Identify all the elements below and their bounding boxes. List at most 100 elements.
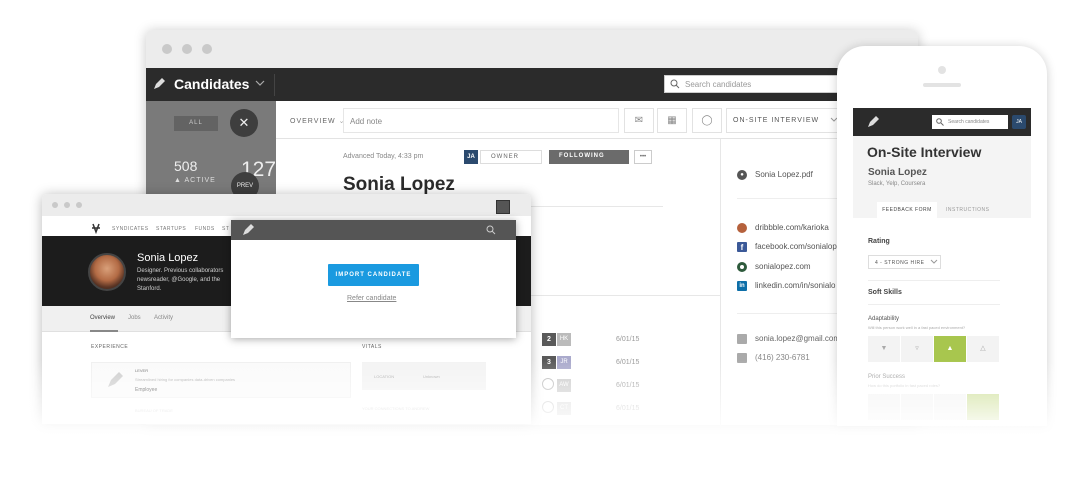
more-button[interactable]: ••• xyxy=(634,150,652,164)
phone-number: (416) 230-6781 xyxy=(755,353,810,362)
stage-title: On-Site Interview xyxy=(867,144,982,160)
window-zoom-dot[interactable] xyxy=(202,44,212,54)
active-label: ▲ ACTIVE xyxy=(174,177,216,184)
add-note-input[interactable]: Add note xyxy=(343,108,619,133)
window-close-dot[interactable] xyxy=(162,44,172,54)
popup-header xyxy=(231,220,516,240)
location-label: LOCATION xyxy=(374,374,395,379)
strong-yes-button[interactable]: △ xyxy=(967,336,999,362)
archive-button[interactable]: ◯ xyxy=(692,108,722,133)
window-minimize-dot[interactable] xyxy=(182,44,192,54)
stage-dropdown[interactable]: ON-SITE INTERVIEW xyxy=(726,108,846,133)
resume-link[interactable]: Sonia Lopez.pdf xyxy=(755,170,813,179)
divider xyxy=(720,139,721,429)
feedback-count: 2 xyxy=(542,333,556,346)
envelope-icon: ✉ xyxy=(634,115,644,126)
interviewer-avatar: HK xyxy=(557,333,571,346)
overview-dropdown[interactable]: OVERVIEW ⌄ xyxy=(290,117,345,125)
profile-name: Sonia Lopez xyxy=(137,252,199,264)
schedule-button[interactable]: ▦ xyxy=(657,108,687,133)
email-icon xyxy=(737,334,747,344)
experience-company: BUREAU OF TRADE xyxy=(135,408,173,413)
phone-camera xyxy=(938,66,946,74)
search-icon xyxy=(670,79,680,89)
nav-syndicates[interactable]: SYNDICATES xyxy=(112,226,149,232)
website-link[interactable]: sonialopez.com xyxy=(755,262,811,271)
extension-pencil-icon[interactable] xyxy=(496,200,510,214)
email-link[interactable]: sonia.lopez@gmail.com xyxy=(755,334,840,343)
feedback-date: 6/01/15 xyxy=(616,359,640,366)
rating-heading: Rating xyxy=(868,238,890,245)
no-button[interactable]: ▿ xyxy=(901,336,933,362)
owner-dropdown[interactable]: OWNER xyxy=(480,150,542,164)
chevron-down-icon[interactable] xyxy=(255,80,265,86)
nav-funds[interactable]: FUNDS xyxy=(195,226,215,232)
app-title: Candidates xyxy=(174,76,250,92)
window-close-dot[interactable] xyxy=(52,202,58,208)
search-icon xyxy=(936,118,944,126)
linkedin-link[interactable]: linkedin.com/in/sonialo xyxy=(755,281,836,290)
avatar xyxy=(88,253,126,291)
search-input[interactable]: Search candidates xyxy=(664,75,840,93)
experience-role: Employee xyxy=(135,387,158,393)
thumbs-down-icon: ▿ xyxy=(915,345,919,352)
owner-avatar: JA xyxy=(464,150,478,164)
website-icon xyxy=(737,262,747,272)
soft-skills-heading: Soft Skills xyxy=(868,289,902,296)
pencil-icon xyxy=(243,224,254,235)
strong-yes-button[interactable] xyxy=(967,394,999,420)
feedback-date: 6/01/15 xyxy=(616,405,640,412)
no-button[interactable] xyxy=(901,394,933,420)
dribbble-icon xyxy=(737,223,747,233)
tab-overview[interactable]: Overview xyxy=(90,315,115,321)
thumbs-up-icon: ▲ xyxy=(946,345,954,352)
clock-icon xyxy=(542,401,554,413)
experience-heading: EXPERIENCE xyxy=(91,344,129,350)
desktop-titlebar xyxy=(146,30,918,68)
active-label-text: ACTIVE xyxy=(184,177,216,184)
filter-all-button[interactable]: ALL xyxy=(174,116,218,131)
yes-button[interactable] xyxy=(934,394,966,420)
tab-jobs[interactable]: Jobs xyxy=(128,315,141,321)
feedback-count: 3 xyxy=(542,356,556,369)
yes-button[interactable]: ▲ xyxy=(934,336,966,362)
window-zoom-dot[interactable] xyxy=(76,202,82,208)
close-button[interactable]: ✕ xyxy=(230,109,258,137)
lever-logo-icon xyxy=(108,372,123,387)
resume-icon: ● xyxy=(737,170,747,180)
feedback-list: 2 HK 6/01/15 6/01/15 3 JR 6/01/15 AW 6/0… xyxy=(520,326,665,426)
feedback-date: 6/01/15 xyxy=(616,382,640,389)
search-icon[interactable] xyxy=(486,225,496,235)
tab-instructions[interactable]: INSTRUCTIONS xyxy=(946,202,990,218)
vitals-heading: VITALS xyxy=(362,344,382,350)
following-button[interactable]: FOLLOWING xyxy=(549,150,629,164)
thumbs-up-icon: △ xyxy=(980,345,986,352)
divider xyxy=(520,295,720,296)
nav-startups[interactable]: STARTUPS xyxy=(156,226,186,232)
nav-st[interactable]: ST xyxy=(222,226,229,232)
strong-no-button[interactable]: ▼ xyxy=(868,336,900,362)
linkedin-icon: in xyxy=(737,281,747,291)
divider xyxy=(868,280,1000,281)
skill-adaptability-question: Will this person work well in a fast pac… xyxy=(868,325,966,330)
candidate-companies: Slack, Yelp, Coursera xyxy=(868,181,926,187)
refer-candidate-link[interactable]: Refer candidate xyxy=(347,295,396,302)
interviewer-avatar: JR xyxy=(557,356,571,369)
phone-icon xyxy=(737,353,747,363)
calendar-icon: ▦ xyxy=(667,115,677,126)
interviewer-avatar: CT xyxy=(557,402,571,415)
browser-titlebar xyxy=(42,194,531,216)
user-avatar[interactable]: JA xyxy=(1012,115,1026,129)
import-candidate-button[interactable]: IMPORT CANDIDATE xyxy=(328,264,419,286)
tab-activity[interactable]: Activity xyxy=(154,315,173,321)
dribbble-link[interactable]: dribbble.com/karioka xyxy=(755,223,829,232)
strong-no-button[interactable] xyxy=(868,394,900,420)
window-minimize-dot[interactable] xyxy=(64,202,70,208)
facebook-link[interactable]: facebook.com/sonialope xyxy=(755,242,841,251)
email-button[interactable]: ✉ xyxy=(624,108,654,133)
pencil-icon xyxy=(154,78,165,89)
interviewer-avatar: AW xyxy=(557,379,571,392)
candidate-name: Sonia Lopez xyxy=(343,174,455,195)
facebook-icon: f xyxy=(737,242,747,252)
tab-feedback-form[interactable]: FEEDBACK FORM xyxy=(877,202,937,218)
